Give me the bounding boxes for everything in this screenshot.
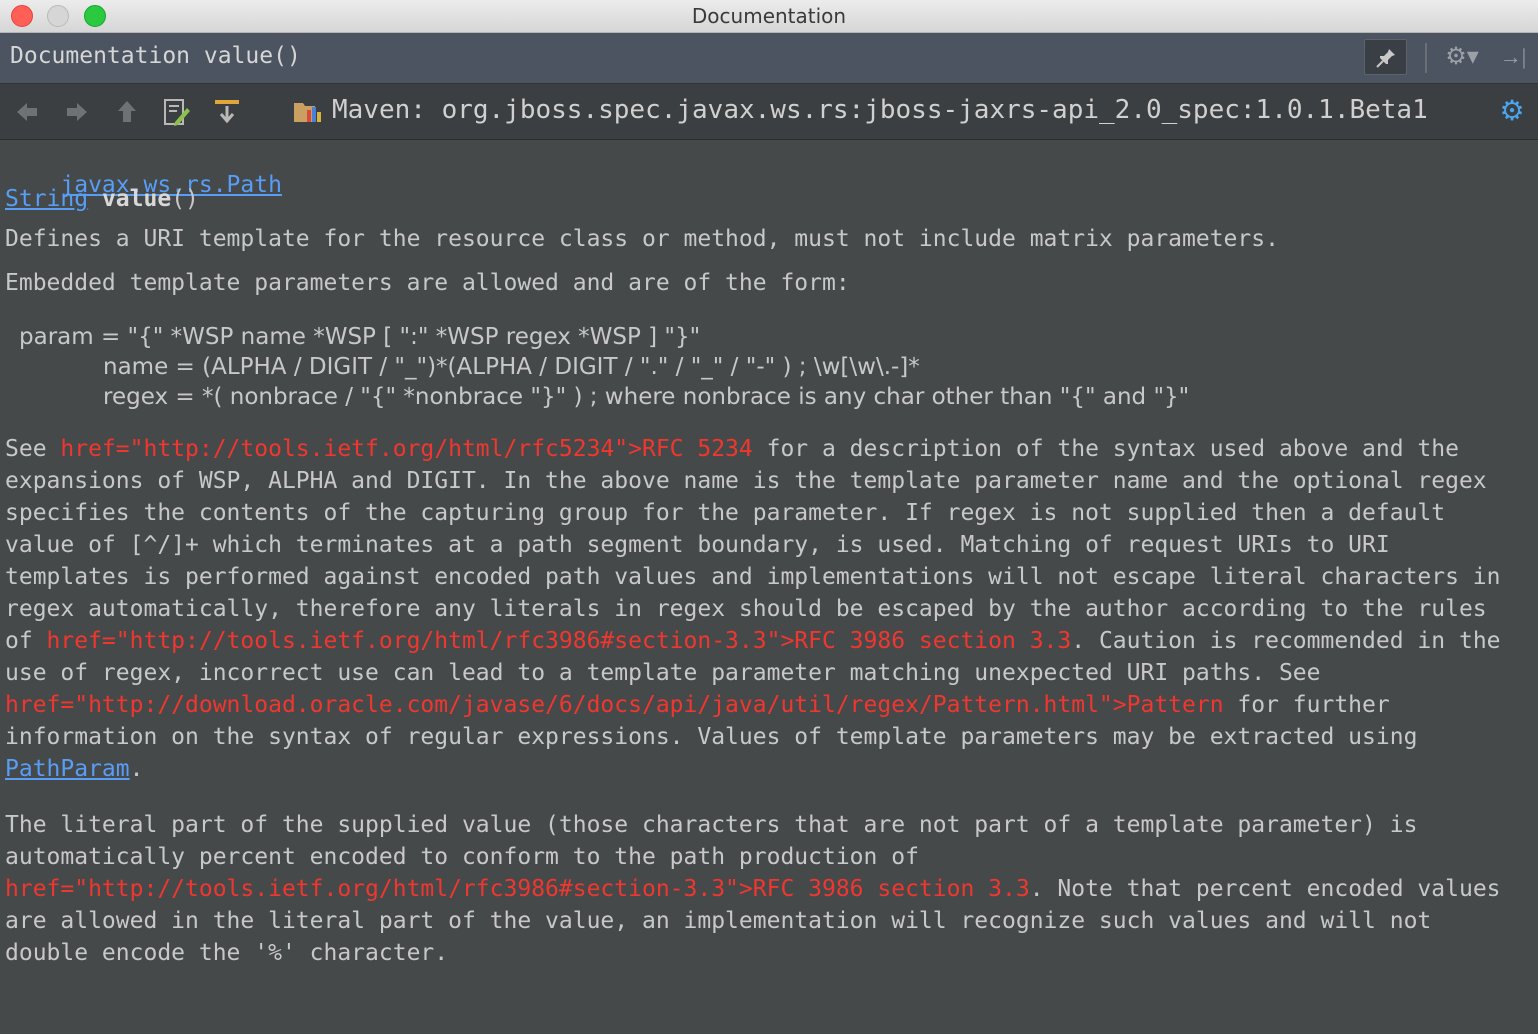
library-label: Maven: org.jboss.spec.javax.ws.rs:jboss-… xyxy=(332,95,1428,125)
maven-library-icon xyxy=(293,97,323,125)
p1-line-1: See href="http://tools.ietf.org/html/rfc… xyxy=(5,436,1459,462)
window-title: Documentation xyxy=(691,4,847,28)
header-divider xyxy=(1425,43,1427,73)
p1-line-4: value of [^/]+ which terminates at a pat… xyxy=(5,532,1390,558)
doc-header-title: Documentation value() xyxy=(10,43,301,69)
p1-line-7: of href="http://tools.ietf.org/html/rfc3… xyxy=(5,628,1501,654)
raw-href-rfc3986: href="http://tools.ietf.org/html/rfc3986… xyxy=(46,628,1072,654)
raw-href-rfc3986: href="http://tools.ietf.org/html/rfc3986… xyxy=(5,876,1030,902)
return-type-link[interactable]: String xyxy=(5,186,88,212)
doc-content: javax.ws.rs.Path String value() Defines … xyxy=(0,140,1538,1034)
p1-line-5: templates is performed against encoded p… xyxy=(5,564,1501,590)
p1-text: for further xyxy=(1223,692,1390,718)
p2-line-3: href="http://tools.ietf.org/html/rfc3986… xyxy=(5,876,1501,902)
doc-toolbar: Maven: org.jboss.spec.javax.ws.rs:jboss-… xyxy=(0,84,1538,140)
window-titlebar: Documentation xyxy=(0,0,1538,33)
p2-line-1: The literal part of the supplied value (… xyxy=(5,812,1418,838)
signature-line: String value() xyxy=(5,186,199,212)
p1-line-11: PathParam. xyxy=(5,756,143,782)
gear-icon[interactable]: ⚙▾ xyxy=(1440,39,1484,75)
p1-text: of xyxy=(5,628,47,654)
edit-source-icon[interactable] xyxy=(161,96,193,128)
forward-arrow-icon[interactable] xyxy=(61,96,93,128)
doc-header: Documentation value() ⚙▾ →| xyxy=(0,33,1538,84)
p1-text: . Caution is recommended in the xyxy=(1071,628,1501,654)
external-doc-icon[interactable] xyxy=(211,96,243,128)
up-arrow-icon[interactable] xyxy=(111,96,143,128)
p1-text: . xyxy=(129,756,144,782)
summary-text: Defines a URI template for the resource … xyxy=(5,226,1279,252)
method-parens: () xyxy=(171,186,199,212)
p1-line-3: specifies the contents of the capturing … xyxy=(5,500,1446,526)
pin-icon[interactable] xyxy=(1364,39,1407,75)
p1-line-9: href="http://download.oracle.com/javase/… xyxy=(5,692,1390,718)
raw-href-rfc5234: href="http://tools.ietf.org/html/rfc5234… xyxy=(60,436,753,462)
pathparam-link[interactable]: PathParam xyxy=(5,756,130,782)
p1-line-6: regex automatically, therefore any liter… xyxy=(5,596,1487,622)
p1-line-8: use of regex, incorrect use can lead to … xyxy=(5,660,1321,686)
method-name: value xyxy=(101,186,172,212)
grammar-line-regex: regex = *( nonbrace / "{" *nonbrace "}" … xyxy=(103,384,1190,410)
embedded-intro: Embedded template parameters are allowed… xyxy=(5,270,850,296)
back-arrow-icon[interactable] xyxy=(11,96,43,128)
class-line: javax.ws.rs.Path xyxy=(5,146,282,224)
p2-line-5: double encode the '%' character. xyxy=(5,940,449,966)
p1-line-10: information on the syntax of regular exp… xyxy=(5,724,1418,750)
p1-text: See xyxy=(5,436,61,462)
p2-line-2: automatically percent encoded to conform… xyxy=(5,844,919,870)
grammar-line-name: name = (ALPHA / DIGIT / "_")*(ALPHA / DI… xyxy=(103,354,920,380)
raw-href-pattern: href="http://download.oracle.com/javase/… xyxy=(5,692,1224,718)
grammar-line-param: param = "{" *WSP name *WSP [ ":" *WSP re… xyxy=(19,324,701,350)
hide-panel-icon[interactable]: →| xyxy=(1496,39,1530,75)
settings-icon[interactable]: ⚙ xyxy=(1496,96,1528,128)
p2-text: . Note that percent encoded values xyxy=(1029,876,1501,902)
p2-line-4: are allowed in the literal part of the v… xyxy=(5,908,1432,934)
p1-line-2: expansions of WSP, ALPHA and DIGIT. In t… xyxy=(5,468,1487,494)
p1-text: for a description of the syntax used abo… xyxy=(752,436,1459,462)
